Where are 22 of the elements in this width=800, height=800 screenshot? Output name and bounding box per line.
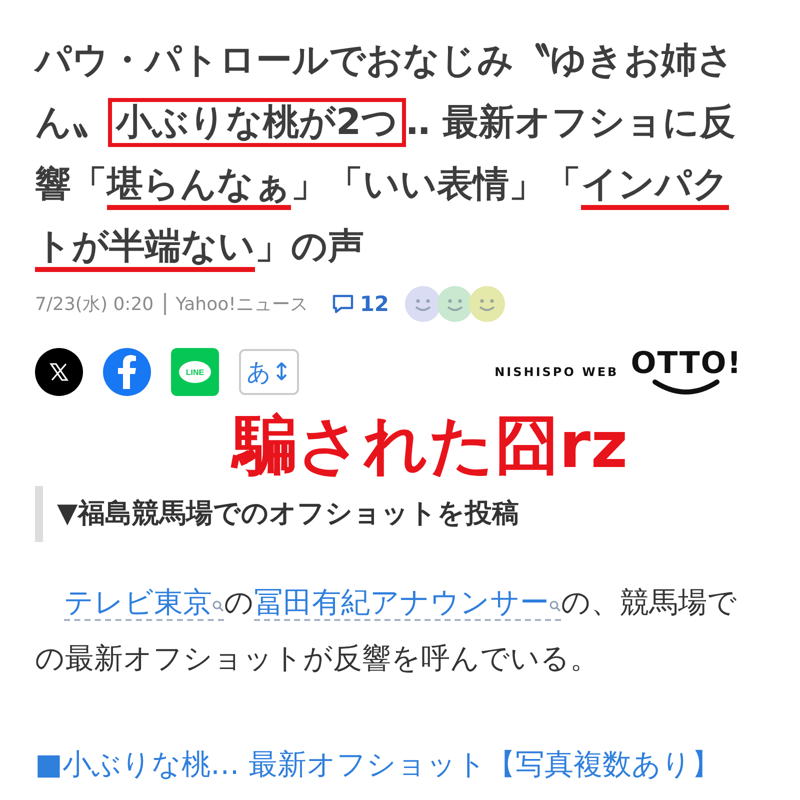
x-share-button[interactable] [35,348,83,396]
comment-icon [332,294,354,314]
publish-date: 7/23(水) 0:20 [35,293,154,316]
keyword-link[interactable]: 冨田有紀アナウンサー [254,585,561,621]
keyword-link[interactable]: テレビ東京 [64,585,224,621]
brand-logo-text: OTTO! [630,349,742,379]
related-article-link[interactable]: ■小ぶりな桃… 最新オフショット【写真複数あり】 [35,736,735,792]
x-logo-icon [49,362,69,382]
source-name: Yahoo!ニュース [176,293,308,316]
facebook-f-icon [116,355,138,389]
article-headline: パウ・パトロールでおなじみ〝ゆきお姉さん〟 小ぶりな桃が2つ ‥ 最新オフショに反響「堪らんなぁ」「いい表情」「インパクトが半端ない」の声 [35,30,750,278]
overlay-caption: 騙された囧rz [233,408,750,484]
line-share-button[interactable]: LINE [171,348,219,396]
section-heading: ▼福島競馬場でのオフショットを投稿 [35,486,750,542]
comment-count-link[interactable]: 12 [332,292,390,316]
facebook-share-button[interactable] [103,348,151,396]
smile-icon [651,379,722,395]
search-icon [549,600,561,612]
article-paragraph: テレビ東京 の冨田有紀アナウンサー の、競馬場での最新オフショットが反響を呼んでいる。 [35,584,738,677]
search-icon [212,600,224,612]
font-size-button[interactable]: あ↕ [239,349,299,395]
brand-prefix: NISHISPO WEB [494,365,619,379]
